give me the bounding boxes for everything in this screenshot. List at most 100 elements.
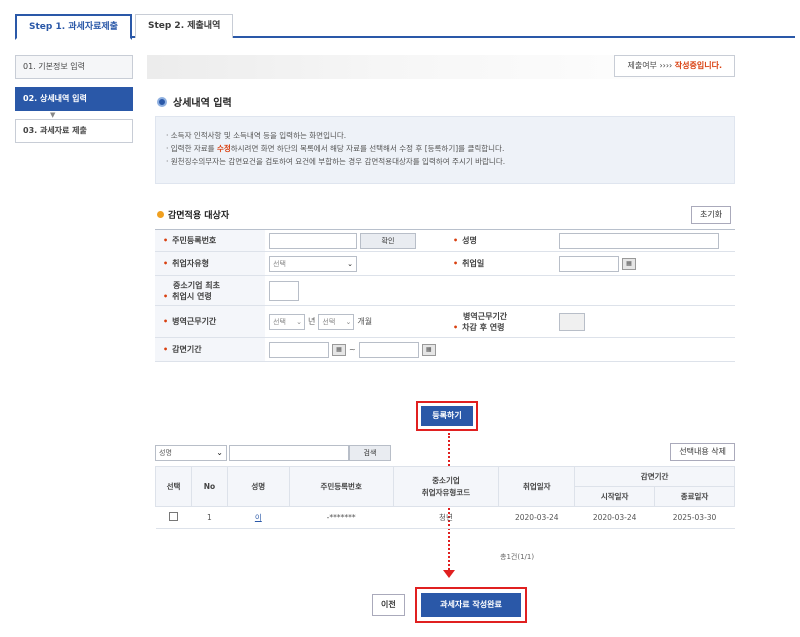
result-table: 선택 No 성명 주민등록번호 중소기업 취업자유형코드 취업일자 감면기간 시작… [155, 466, 735, 529]
rrn-label: • 주민등록번호 [155, 230, 265, 251]
row-rrn: -******* [289, 506, 394, 529]
complete-button[interactable]: 과세자료 작성완료 [421, 593, 521, 617]
sme-label-line1: 중소기업 최초 [173, 280, 220, 290]
sidebar: 01. 기본정보 입력 02. 상세내역 입력 03. 과세자료 제출 [15, 55, 133, 151]
military-label: • 병역근무기간 [155, 306, 265, 337]
register-button[interactable]: 등록하기 [421, 406, 473, 426]
subsection-title-text: 감면적용 대상자 [168, 211, 230, 221]
submit-status: 제출여부 ›››› 작성중입니다. [614, 55, 735, 77]
period-start-input[interactable] [269, 341, 329, 358]
subsection-title: 감면적용 대상자 [157, 208, 229, 221]
info-box: · 소득자 인적사항 및 소득내역 등을 입력하는 화면입니다. · 입력한 자… [155, 116, 735, 184]
sidebar-item-detail-input[interactable]: 02. 상세내역 입력 [15, 87, 133, 111]
year-label: 년 [308, 317, 316, 326]
row-name-cell: 이 [227, 506, 290, 529]
complete-highlight: 과세자료 작성완료 [415, 587, 527, 623]
row-code: 청년 [393, 506, 499, 529]
rrn-cell: 확인 [265, 230, 445, 251]
row-emp-date: 2020-03-24 [498, 506, 575, 529]
period-separator: ~ [349, 345, 356, 354]
sme-age-cell [265, 276, 445, 305]
name-label: • 성명 [445, 230, 555, 251]
info-line-1: · 소득자 인적사항 및 소득내역 등을 입력하는 화면입니다. [166, 131, 347, 140]
info-line-2-highlight: 수정 [216, 144, 231, 153]
military-deduct-cell [555, 306, 735, 337]
military-month-select[interactable]: 선택 ⌄ [318, 313, 355, 330]
prev-button[interactable]: 이전 [372, 594, 405, 616]
section-title-text: 상세내역 입력 [173, 98, 232, 109]
row-checkbox-cell [155, 506, 192, 529]
col-emp-date: 취업일자 [498, 466, 576, 507]
emp-date-input[interactable] [559, 255, 619, 272]
exempt-period-label: • 감면기간 [155, 338, 265, 361]
status-value: 작성중입니다. [674, 61, 722, 70]
calendar-icon[interactable]: ▦ [622, 257, 636, 270]
sme-label-line2: • 취업시 연령 [163, 291, 212, 301]
col-sme: 중소기업 취업자유형코드 [392, 466, 500, 507]
form-row-emp: • 취업자유형 선택 ⌄ • 취업일 ▦ [155, 252, 735, 276]
col-select: 선택 [155, 466, 192, 507]
row-name-link[interactable]: 이 [255, 513, 262, 522]
period-end-input[interactable] [358, 341, 419, 358]
chevron-down-icon: ⌄ [296, 317, 302, 326]
row-no: 1 [191, 506, 228, 529]
reset-button[interactable]: 초기화 [691, 206, 732, 224]
status-prefix: 제출여부 ›››› [627, 61, 675, 70]
info-line-3: · 원천징수의무자는 감면요건을 검토하여 요건에 부합하는 경우 감면적용대상… [166, 157, 506, 166]
sidebar-item-submit[interactable]: 03. 과세자료 제출 [15, 119, 133, 143]
chevron-down-icon: ⌄ [345, 317, 352, 326]
tab-step1[interactable]: Step 1. 과세자료제출 [15, 14, 132, 40]
search-bar: 성명 ⌄ 검색 선택내용 삭제 [155, 443, 735, 463]
calendar-icon[interactable]: ▦ [421, 343, 436, 356]
col-start: 시작일자 [574, 486, 656, 507]
exemption-form: • 주민등록번호 확인 • 성명 • 취업자유형 선택 ⌄ • 취업일 ▦ 중소기업 최초… [155, 229, 735, 362]
military-deduct-label: 병역근무기간 • 차감 후 연령 [445, 306, 555, 337]
emp-type-value: 선택 [273, 259, 286, 268]
col-name: 성명 [226, 466, 290, 507]
chevron-down-icon: ⌄ [216, 448, 223, 457]
info-line-2-c: 하시려면 화면 하단의 목록에서 해당 자료를 선택해서 수정 후 [등록하기]… [230, 144, 505, 153]
sidebar-item-basic-info[interactable]: 01. 기본정보 입력 [15, 55, 133, 79]
form-row-sme: 중소기업 최초 • 취업시 연령 [155, 276, 735, 306]
rrn-input[interactable] [269, 232, 357, 249]
search-input[interactable] [229, 445, 349, 461]
month-label: 개월 [357, 317, 373, 326]
row-checkbox[interactable] [168, 512, 178, 521]
table-row[interactable]: 1 이 -******* 청년 2020-03-24 2020-03-24 20… [155, 506, 735, 529]
exempt-period-cell: ▦ ~ ▦ [265, 338, 565, 361]
pagination-total: 총1건(1/1) [500, 553, 535, 561]
sme-age-label: 중소기업 최초 • 취업시 연령 [155, 276, 265, 305]
info-line-2: · 입력한 자료를 수정하시려면 화면 하단의 목록에서 해당 자료를 선택해서… [166, 142, 724, 155]
emp-type-select[interactable]: 선택 ⌄ [269, 255, 357, 272]
name-cell [555, 230, 735, 251]
register-highlight: 등록하기 [416, 401, 478, 431]
emp-type-cell: 선택 ⌄ [265, 252, 445, 275]
step-tabs: Step 1. 과세자료제출 Step 2. 제출내역 [15, 14, 795, 40]
form-row-period: • 감면기간 ▦ ~ ▦ [155, 338, 735, 362]
emp-date-cell: ▦ [555, 252, 735, 275]
info-line-2-a: · 입력한 자료를 [166, 144, 217, 153]
col-rrn: 주민등록번호 [288, 466, 394, 507]
calendar-icon[interactable]: ▦ [332, 343, 346, 356]
col-no: No [190, 466, 228, 507]
row-end: 2025-03-30 [654, 506, 735, 529]
section-bullet-icon [157, 96, 167, 107]
status-bar: 제출여부 ›››› 작성중입니다. [147, 55, 735, 79]
search-field-select[interactable]: 성명 ⌄ [155, 445, 227, 461]
military-year-select[interactable]: 선택 ⌄ [269, 313, 305, 330]
subsection-bullet-icon [157, 211, 164, 218]
military-cell: 선택 ⌄ 년 선택 ⌄ 개월 [265, 306, 445, 337]
delete-selected-button[interactable]: 선택내용 삭제 [670, 443, 735, 461]
confirm-button[interactable]: 확인 [360, 232, 416, 249]
form-row-rrn: • 주민등록번호 확인 • 성명 [155, 230, 735, 252]
name-input[interactable] [559, 232, 719, 249]
guide-arrow-head-icon [443, 570, 455, 578]
search-button[interactable]: 검색 [349, 445, 391, 461]
emp-date-label: • 취업일 [445, 252, 555, 275]
row-start: 2020-03-24 [574, 506, 655, 529]
tab-step2[interactable]: Step 2. 제출내역 [134, 14, 234, 38]
emp-type-label: • 취업자유형 [155, 252, 265, 275]
chevron-down-icon: ⌄ [347, 259, 353, 268]
military-deduct-value [559, 312, 585, 331]
sme-age-input[interactable] [269, 280, 299, 301]
